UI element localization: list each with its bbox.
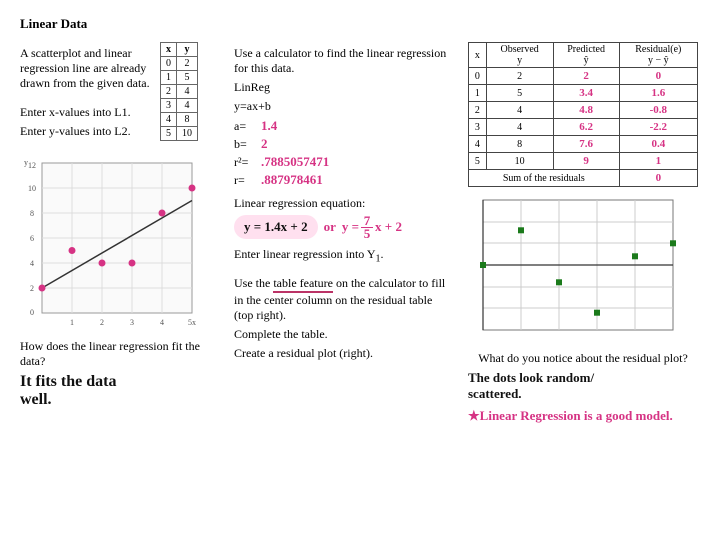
residual-answer: The dots look random/scattered. [468, 370, 698, 402]
svg-text:x: x [192, 318, 196, 327]
svg-text:4: 4 [160, 318, 164, 327]
svg-text:2: 2 [30, 284, 34, 293]
star-icon: ★ [468, 408, 480, 423]
page-title: Linear Data [20, 16, 700, 32]
instr-l1: Enter x-values into L1. [20, 105, 150, 120]
svg-text:10: 10 [28, 184, 36, 193]
svg-text:12: 12 [28, 161, 36, 170]
enter-y1: Enter linear regression into Y1. [234, 247, 454, 266]
svg-text:4: 4 [30, 259, 34, 268]
xy-data-table: xy 02 15 24 34 48 510 [160, 42, 198, 141]
svg-text:3: 3 [130, 318, 134, 327]
create-residual: Create a residual plot (right). [234, 346, 454, 361]
b-value: 2 [261, 136, 268, 151]
fit-answer: It fits the datawell. [20, 373, 220, 409]
residual-question: What do you notice about the residual pl… [468, 351, 698, 366]
table-feature-instr: Use the table feature on the calculator … [234, 276, 454, 323]
svg-text:2: 2 [100, 318, 104, 327]
left-column: A scatterplot and linear regression line… [20, 42, 220, 424]
residual-plot [468, 195, 698, 345]
svg-text:0: 0 [30, 308, 34, 317]
instr-l2: Enter y-values into L2. [20, 124, 150, 139]
eq-form: y=ax+b [234, 99, 454, 114]
svg-text:6: 6 [30, 234, 34, 243]
model-note: ★Linear Regression is a good model. [468, 408, 698, 424]
r-value: .887978461 [261, 172, 323, 187]
right-column: x Observed y Predicted ŷ Residual(e) y −… [468, 42, 698, 424]
eq-heading: Linear regression equation: [234, 196, 454, 211]
regression-equation: y = 1.4x + 2 or y = 7 5 x + 2 [234, 215, 454, 239]
svg-text:8: 8 [30, 209, 34, 218]
complete-table: Complete the table. [234, 327, 454, 342]
calc-instr: Use a calculator to find the linear regr… [234, 46, 454, 76]
residual-table: x Observed y Predicted ŷ Residual(e) y −… [468, 42, 698, 187]
fit-question: How does the linear regression fit the d… [20, 339, 220, 369]
scatterplot: 024 681012 123 45 yx [20, 155, 220, 335]
svg-text:y: y [24, 158, 28, 167]
linreg-label: LinReg [234, 80, 454, 95]
r2-value: .7885057471 [261, 154, 329, 169]
scatter-description: A scatterplot and linear regression line… [20, 46, 150, 91]
svg-text:1: 1 [70, 318, 74, 327]
a-value: 1.4 [261, 118, 277, 133]
middle-column: Use a calculator to find the linear regr… [234, 42, 454, 424]
